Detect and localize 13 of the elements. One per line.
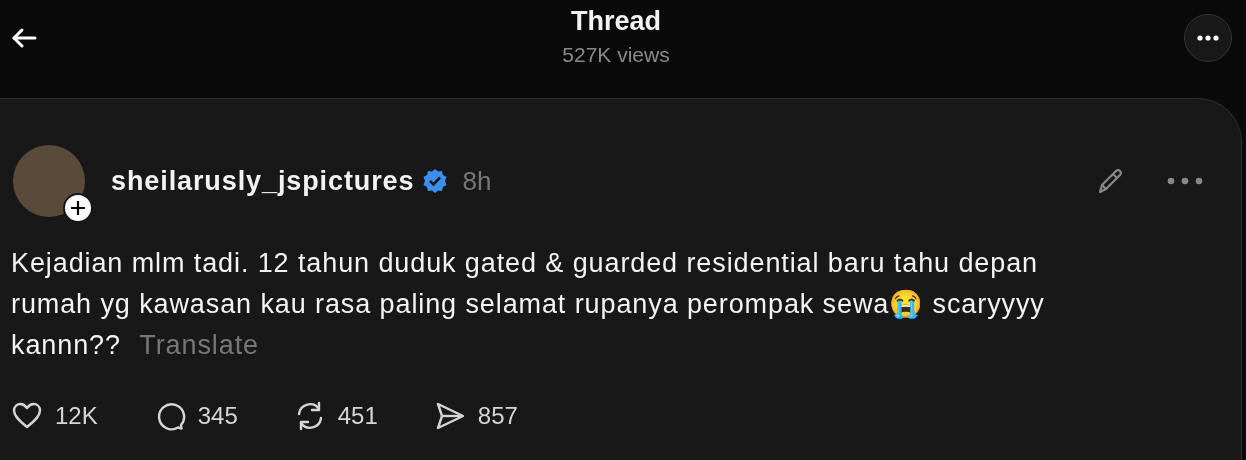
like-button[interactable]: 12K [11, 400, 98, 432]
view-count: 527K views [562, 43, 670, 67]
share-button[interactable]: 857 [433, 400, 518, 432]
plus-icon [70, 200, 86, 216]
repost-button[interactable]: 451 [293, 400, 378, 432]
page-title: Thread [570, 6, 661, 37]
reply-button[interactable]: 345 [153, 400, 238, 432]
more-icon [1197, 35, 1219, 41]
post-time: 8h [462, 165, 492, 197]
translate-link[interactable]: Translate [139, 330, 259, 360]
post-text: Kejadian mlm tadi. 12 tahun duduk gated & guarded residential baru tahu depan rumah yg kawasan kau rasa paling selamat rupanya perompak sewa😭 scaryyyy kannn?? Translate [11, 247, 1046, 362]
username[interactable]: sheilarusly_jspictures [111, 165, 415, 197]
more-options-button[interactable] [1184, 14, 1232, 62]
